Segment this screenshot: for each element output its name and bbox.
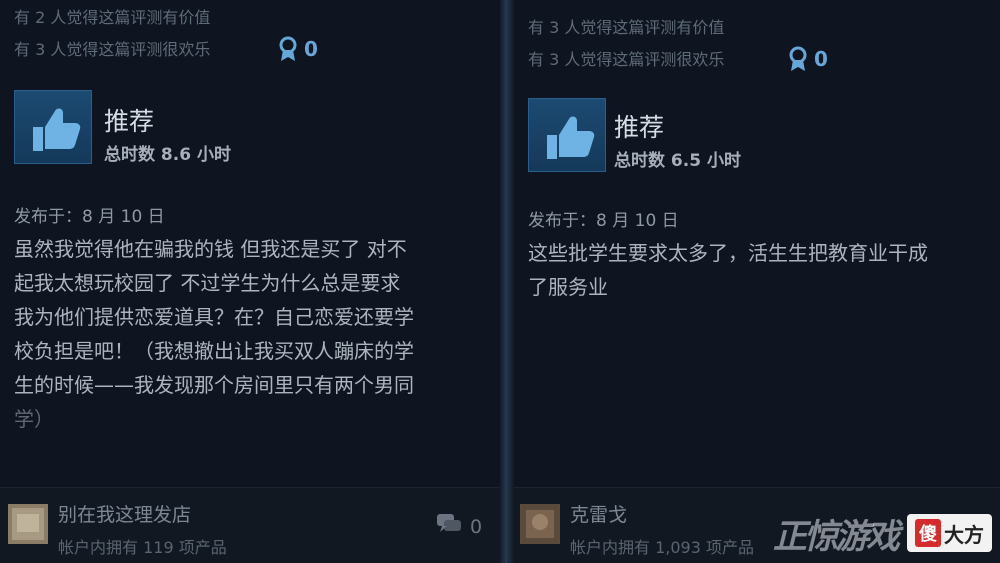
posted-date: 发布于：8 月 10 日 <box>14 207 165 227</box>
review-line: 起我太想玩校园了 不过学生为什么总是要求 <box>14 271 401 295</box>
playtime-hours: 总时数 6.5 小时 <box>614 151 741 171</box>
review-line: 了服务业 <box>528 275 608 299</box>
funny-count: 有 3 人觉得这篇评测很欢乐 <box>528 50 725 69</box>
comment-bubble-icon <box>436 512 462 541</box>
verdict-label: 推荐 <box>104 107 155 136</box>
helpful-count: 有 2 人觉得这篇评测有价值 <box>14 8 211 27</box>
posted-date: 发布于：8 月 10 日 <box>528 211 679 231</box>
avatar[interactable] <box>8 504 48 544</box>
playtime-hours: 总时数 8.6 小时 <box>104 145 231 165</box>
avatar[interactable] <box>520 504 560 544</box>
comment-count: 0 <box>470 515 483 538</box>
comments-button[interactable]: 0 <box>436 512 482 541</box>
review-card-right: 有 3 人觉得这篇评测有价值 有 3 人觉得这篇评测很欢乐 0 推荐 总时数 6… <box>514 0 1000 563</box>
award-ribbon-icon <box>788 46 808 72</box>
watermark-brand-first: 傻 <box>915 519 941 547</box>
thumbs-up-icon <box>528 98 606 172</box>
column-divider <box>500 0 514 563</box>
products-owned: 帐户内拥有 119 项产品 <box>58 538 227 557</box>
award-count: 0 <box>814 47 828 71</box>
watermark-brand: 傻 大方 <box>907 514 992 552</box>
verdict-label: 推荐 <box>614 113 665 142</box>
award-count: 0 <box>304 37 318 61</box>
review-body: 这些批学生要求太多了，活生生把教育业干成 了服务业 <box>528 236 988 304</box>
helpful-count: 有 3 人觉得这篇评测有价值 <box>528 18 725 37</box>
thumbs-up-icon <box>14 90 92 164</box>
award-button[interactable]: 0 <box>278 36 318 62</box>
award-button[interactable]: 0 <box>788 46 828 72</box>
review-line: 学） <box>14 407 54 431</box>
funny-count: 有 3 人觉得这篇评测很欢乐 <box>14 40 211 59</box>
products-owned: 帐户内拥有 1,093 项产品 <box>570 538 754 557</box>
watermark-game-text: 正惊游戏 <box>773 516 900 557</box>
review-line: 生的时候——我发现那个房间里只有两个男同 <box>14 373 414 397</box>
review-line: 这些批学生要求太多了，活生生把教育业干成 <box>528 241 928 265</box>
review-body: 虽然我觉得他在骗我的钱 但我还是买了 对不 起我太想玩校园了 不过学生为什么总是… <box>14 232 484 436</box>
author-name[interactable]: 别在我这理发店 <box>58 500 191 527</box>
award-ribbon-icon <box>278 36 298 62</box>
review-line: 虽然我觉得他在骗我的钱 但我还是买了 对不 <box>14 237 407 261</box>
watermark-brand-rest: 大方 <box>944 522 984 547</box>
review-card-left: 有 2 人觉得这篇评测有价值 有 3 人觉得这篇评测很欢乐 0 推荐 总时数 8… <box>0 0 500 563</box>
review-footer: 别在我这理发店 帐户内拥有 119 项产品 0 <box>0 487 500 563</box>
review-line: 我为他们提供恋爱道具？在？自己恋爱还要学 <box>14 305 414 329</box>
author-name[interactable]: 克雷戈 <box>570 500 627 527</box>
review-line: 校负担是吧！（我想撤出让我买双人蹦床的学 <box>14 339 414 363</box>
watermark: 正惊游戏 傻 大方 <box>773 509 992 557</box>
